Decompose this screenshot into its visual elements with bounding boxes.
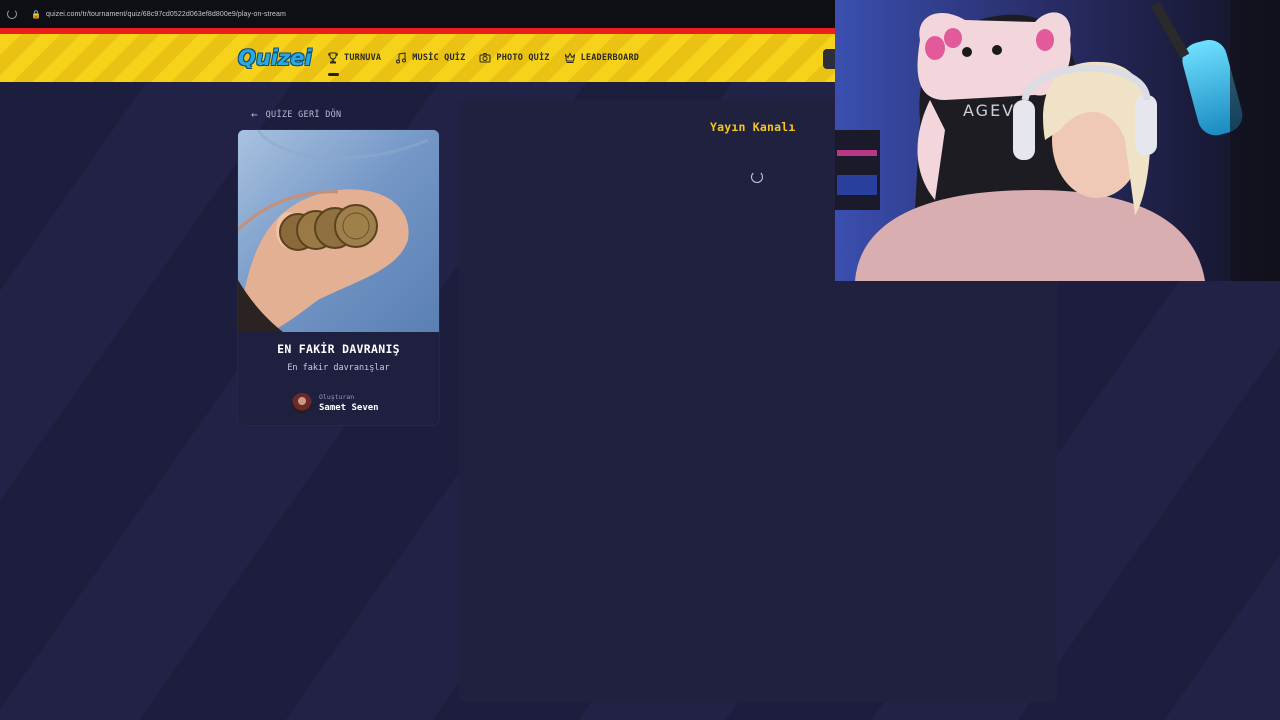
back-to-quiz-link[interactable]: ← QUİZE GERİ DÖN — [251, 108, 341, 121]
creator-name: Samet Seven — [319, 403, 379, 413]
nav-item-label: MUSİC QUİZ — [412, 53, 466, 63]
creator-info[interactable]: Oluşturan Samet Seven — [292, 393, 379, 413]
nav-item-label: TURNUVA — [344, 53, 382, 63]
nav-item-photo-quiz[interactable]: PHOTO QUİZ — [479, 52, 549, 64]
nav-item-leaderboard[interactable]: LEADERBOARD — [564, 52, 640, 64]
back-label: QUİZE GERİ DÖN — [265, 109, 342, 120]
camera-icon — [479, 52, 491, 64]
webcam-overlay: AGEV — [835, 0, 1280, 281]
quiz-card: EN FAKİR DAVRANIŞ En fakir davranışlar O… — [238, 130, 439, 425]
lock-icon: 🔒 — [31, 9, 41, 19]
trophy-icon — [327, 52, 339, 64]
nav-item-music-quiz[interactable]: MUSİC QUİZ — [395, 52, 465, 64]
nav-item-label: PHOTO QUİZ — [496, 53, 550, 63]
svg-text:AGEV: AGEV — [963, 101, 1015, 120]
reload-icon[interactable] — [7, 9, 17, 19]
avatar — [292, 393, 312, 413]
music-note-icon — [395, 52, 407, 64]
nav-item-label: LEADERBOARD — [580, 53, 640, 63]
crown-icon — [564, 52, 576, 64]
loading-spinner-icon — [751, 171, 763, 183]
quiz-title: EN FAKİR DAVRANIŞ — [277, 342, 400, 356]
creator-label: Oluşturan — [319, 393, 355, 401]
nav-item-turnuva[interactable]: TURNUVA — [327, 52, 382, 76]
url-field[interactable]: quizei.com/tr/tournament/quiz/68c97cd052… — [46, 11, 286, 18]
quiz-subtitle: En fakir davranışlar — [287, 363, 390, 373]
site-logo[interactable]: Quizei — [238, 46, 312, 70]
main-nav: TURNUVA MUSİC QUİZ PHOTO QUİZ LEADERBOAR… — [327, 34, 653, 82]
quiz-cover-image — [238, 130, 439, 332]
arrow-left-icon: ← — [251, 108, 258, 121]
panel-title: Yayın Kanalı — [710, 120, 796, 134]
